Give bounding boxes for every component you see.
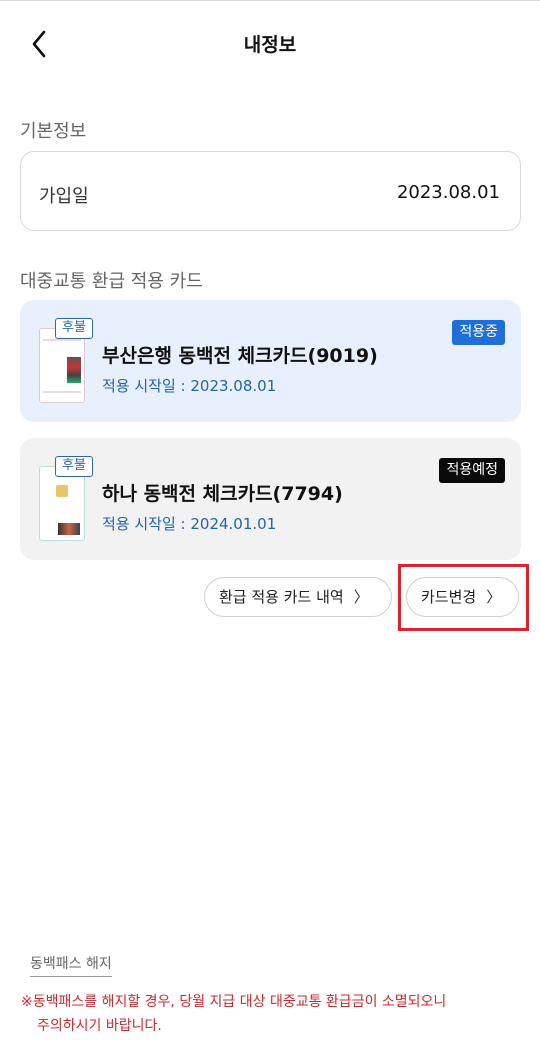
card-name: 하나 동백전 체크카드(7794) (102, 483, 343, 505)
card-item-pending[interactable]: 후불 하나 동백전 체크카드(7794) 적용 시작일 : 2024.01.01… (20, 438, 521, 560)
card-start-date: 적용 시작일 : 2024.01.01 (102, 515, 277, 533)
status-badge: 적용예정 (439, 458, 505, 483)
join-date-box: 가입일 2023.08.01 (20, 151, 521, 231)
cancel-pass-link[interactable]: 동백패스 해지 (30, 953, 112, 977)
postpaid-badge: 후불 (55, 456, 93, 477)
page-header: 내정보 (0, 0, 540, 90)
card-start-date: 적용 시작일 : 2023.08.01 (102, 377, 277, 395)
postpaid-badge: 후불 (55, 318, 93, 339)
join-date-value: 2023.08.01 (396, 182, 500, 203)
refund-card-history-label: 환급 적용 카드 내역 (219, 588, 344, 606)
card-thumbnail (39, 466, 85, 541)
transit-card-heading: 대중교통 환급 적용 카드 (20, 271, 203, 292)
highlight-frame (398, 564, 529, 631)
card-thumbnail (39, 328, 85, 403)
status-badge: 적용중 (452, 320, 505, 345)
page-title: 내정보 (243, 34, 297, 56)
chevron-right-icon: 〉 (353, 588, 369, 606)
card-name: 부산은행 동백전 체크카드(9019) (102, 345, 378, 367)
refund-card-history-button[interactable]: 환급 적용 카드 내역 〉 (204, 577, 392, 617)
cancel-notice: ※동백패스를 해지할 경우, 당월 지급 대상 대중교통 환급금이 소멸되오니 … (21, 990, 521, 1038)
notice-line-2: 주의하시기 바랍니다. (37, 1018, 162, 1034)
basic-info-heading: 기본정보 (20, 121, 87, 142)
notice-line-1: ※동백패스를 해지할 경우, 당월 지급 대상 대중교통 환급금이 소멸되오니 (21, 994, 447, 1010)
join-date-label: 가입일 (39, 186, 89, 207)
card-item-active[interactable]: 후불 부산은행 동백전 체크카드(9019) 적용 시작일 : 2023.08.… (20, 300, 521, 422)
